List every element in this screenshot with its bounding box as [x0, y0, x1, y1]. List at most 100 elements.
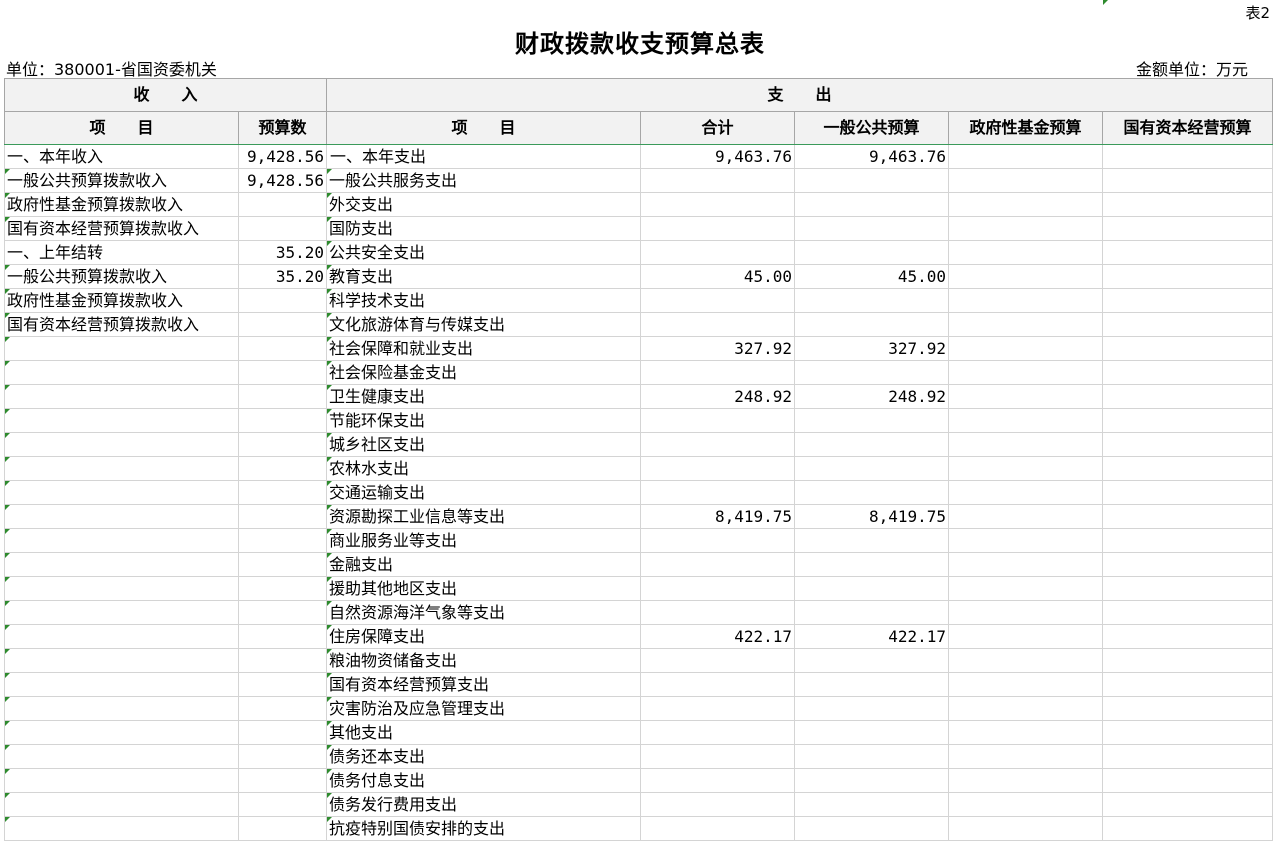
state-capital-cell[interactable] [1102, 768, 1274, 793]
income-budget-cell[interactable] [237, 576, 328, 601]
state-capital-cell[interactable] [1102, 264, 1274, 289]
gov-fund-cell[interactable] [948, 504, 1104, 529]
gov-fund-cell[interactable] [948, 744, 1104, 769]
expense-item-cell[interactable]: 社会保障和就业支出 [326, 336, 642, 361]
general-public-cell[interactable]: 8,419.75 [794, 504, 950, 529]
gov-fund-cell[interactable] [948, 720, 1104, 745]
expense-item-cell[interactable]: 外交支出 [326, 192, 642, 217]
income-budget-cell[interactable] [237, 408, 328, 433]
state-capital-cell[interactable] [1102, 216, 1274, 241]
expense-item-cell[interactable]: 卫生健康支出 [326, 384, 642, 409]
gov-fund-cell[interactable] [948, 432, 1104, 457]
state-capital-cell[interactable] [1102, 336, 1274, 361]
income-budget-cell[interactable] [237, 312, 328, 337]
expense-item-cell[interactable]: 灾害防治及应急管理支出 [326, 696, 642, 721]
expense-item-cell[interactable]: 农林水支出 [326, 456, 642, 481]
income-budget-cell[interactable] [237, 696, 328, 721]
general-public-cell[interactable] [794, 408, 950, 433]
income-budget-cell[interactable]: 35.20 [237, 240, 328, 265]
total-cell[interactable] [640, 192, 796, 217]
income-item-cell[interactable]: 一般公共预算拨款收入 [4, 168, 239, 193]
total-cell[interactable] [640, 744, 796, 769]
total-cell[interactable]: 8,419.75 [640, 504, 796, 529]
income-item-cell[interactable] [4, 648, 239, 673]
income-item-cell[interactable] [4, 360, 239, 385]
gov-fund-cell[interactable] [948, 816, 1104, 841]
total-cell[interactable] [640, 456, 796, 481]
income-budget-cell[interactable] [237, 720, 328, 745]
general-public-cell[interactable] [794, 168, 950, 193]
general-public-cell[interactable]: 422.17 [794, 624, 950, 649]
state-capital-cell[interactable] [1102, 720, 1274, 745]
income-budget-cell[interactable] [237, 816, 328, 841]
income-budget-cell[interactable] [237, 216, 328, 241]
income-item-cell[interactable] [4, 528, 239, 553]
general-public-cell[interactable] [794, 744, 950, 769]
total-cell[interactable] [640, 168, 796, 193]
income-item-cell[interactable]: 政府性基金预算拨款收入 [4, 192, 239, 217]
income-item-cell[interactable] [4, 432, 239, 457]
gov-fund-cell[interactable] [948, 696, 1104, 721]
expense-item-cell[interactable]: 公共安全支出 [326, 240, 642, 265]
income-budget-cell[interactable] [237, 456, 328, 481]
expense-item-cell[interactable]: 商业服务业等支出 [326, 528, 642, 553]
state-capital-cell[interactable] [1102, 504, 1274, 529]
income-item-cell[interactable]: 国有资本经营预算拨款收入 [4, 216, 239, 241]
income-item-cell[interactable] [4, 384, 239, 409]
income-item-cell[interactable] [4, 696, 239, 721]
gov-fund-cell[interactable] [948, 624, 1104, 649]
income-budget-cell[interactable] [237, 288, 328, 313]
general-public-cell[interactable] [794, 192, 950, 217]
general-public-cell[interactable] [794, 576, 950, 601]
total-cell[interactable]: 248.92 [640, 384, 796, 409]
income-budget-cell[interactable] [237, 432, 328, 457]
expense-item-cell[interactable]: 国有资本经营预算支出 [326, 672, 642, 697]
expense-item-cell[interactable]: 自然资源海洋气象等支出 [326, 600, 642, 625]
expense-item-cell[interactable]: 债务发行费用支出 [326, 792, 642, 817]
expense-item-cell[interactable]: 资源勘探工业信息等支出 [326, 504, 642, 529]
income-item-cell[interactable]: 一、上年结转 [4, 240, 239, 265]
total-cell[interactable] [640, 408, 796, 433]
gov-fund-cell[interactable] [948, 408, 1104, 433]
total-cell[interactable]: 45.00 [640, 264, 796, 289]
total-cell[interactable] [640, 600, 796, 625]
state-capital-cell[interactable] [1102, 528, 1274, 553]
state-capital-cell[interactable] [1102, 792, 1274, 817]
state-capital-cell[interactable] [1102, 552, 1274, 577]
general-public-cell[interactable] [794, 600, 950, 625]
income-item-cell[interactable]: 一般公共预算拨款收入 [4, 264, 239, 289]
income-budget-cell[interactable] [237, 480, 328, 505]
total-cell[interactable]: 9,463.76 [640, 144, 796, 169]
expense-item-cell[interactable]: 债务付息支出 [326, 768, 642, 793]
income-item-cell[interactable] [4, 792, 239, 817]
general-public-cell[interactable] [794, 312, 950, 337]
expense-item-cell[interactable]: 教育支出 [326, 264, 642, 289]
total-cell[interactable] [640, 528, 796, 553]
gov-fund-cell[interactable] [948, 792, 1104, 817]
income-item-cell[interactable] [4, 408, 239, 433]
income-item-cell[interactable] [4, 504, 239, 529]
income-item-cell[interactable] [4, 456, 239, 481]
state-capital-cell[interactable] [1102, 192, 1274, 217]
income-item-cell[interactable] [4, 720, 239, 745]
income-budget-cell[interactable] [237, 744, 328, 769]
state-capital-cell[interactable] [1102, 384, 1274, 409]
general-public-cell[interactable] [794, 816, 950, 841]
total-cell[interactable] [640, 552, 796, 577]
total-cell[interactable] [640, 768, 796, 793]
state-capital-cell[interactable] [1102, 696, 1274, 721]
income-budget-cell[interactable] [237, 336, 328, 361]
gov-fund-cell[interactable] [948, 600, 1104, 625]
general-public-cell[interactable] [794, 552, 950, 577]
income-item-cell[interactable] [4, 816, 239, 841]
expense-item-cell[interactable]: 城乡社区支出 [326, 432, 642, 457]
state-capital-cell[interactable] [1102, 144, 1274, 169]
expense-item-cell[interactable]: 粮油物资储备支出 [326, 648, 642, 673]
total-cell[interactable] [640, 648, 796, 673]
income-budget-cell[interactable]: 35.20 [237, 264, 328, 289]
income-item-cell[interactable] [4, 336, 239, 361]
expense-item-cell[interactable]: 文化旅游体育与传媒支出 [326, 312, 642, 337]
income-item-cell[interactable]: 政府性基金预算拨款收入 [4, 288, 239, 313]
income-budget-cell[interactable] [237, 600, 328, 625]
state-capital-cell[interactable] [1102, 168, 1274, 193]
